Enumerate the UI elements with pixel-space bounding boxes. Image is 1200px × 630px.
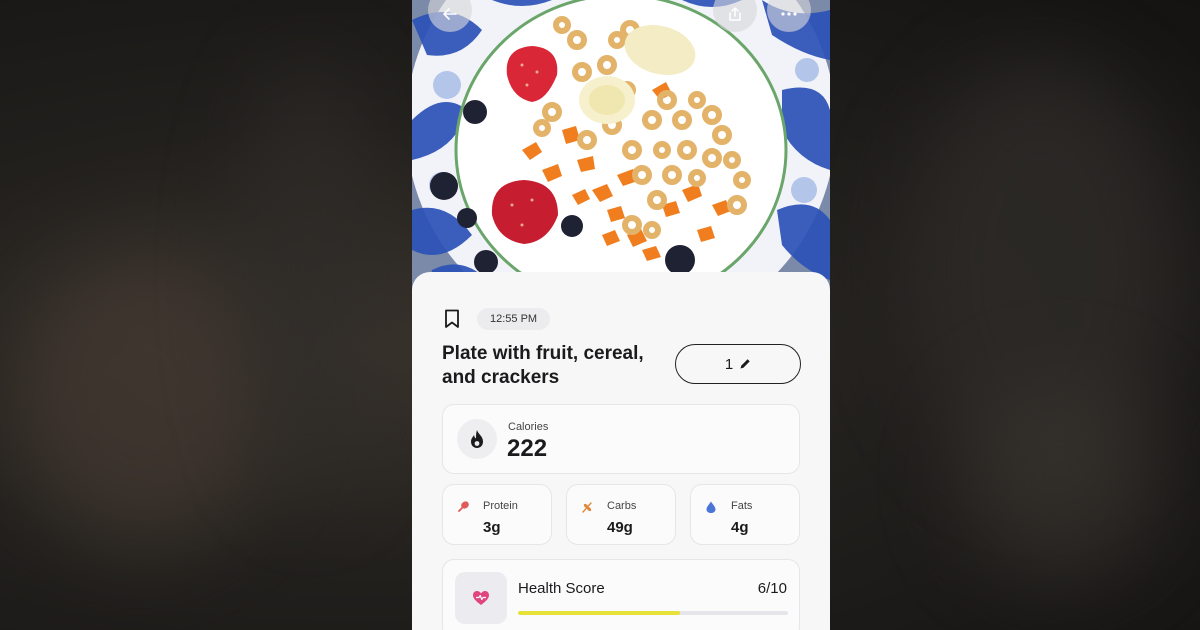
health-score-bar xyxy=(518,611,680,615)
more-horizontal-icon xyxy=(781,12,797,16)
protein-label: Protein xyxy=(483,500,518,512)
background-blur-center-left xyxy=(240,60,380,500)
carbs-value: 49g xyxy=(607,519,633,536)
health-score-label: Health Score xyxy=(518,580,605,597)
pencil-icon xyxy=(740,359,750,369)
fats-value: 4g xyxy=(731,519,749,536)
meal-photo xyxy=(412,0,830,300)
fats-label: Fats xyxy=(731,500,753,512)
background-blur-left xyxy=(10,250,270,550)
protein-card[interactable]: Protein 3g xyxy=(442,484,552,545)
calories-label: Calories xyxy=(508,421,549,433)
health-score-icon-wrap xyxy=(455,572,507,624)
calories-icon-wrap xyxy=(457,419,497,459)
phone-screen: Nutrition 12:55 PM Plate with fruit, cer… xyxy=(412,0,830,630)
meal-time-badge: 12:55 PM xyxy=(477,308,551,330)
background-blur-right-lower xyxy=(960,380,1160,580)
bookmark-icon[interactable] xyxy=(444,309,460,329)
carbs-card[interactable]: Carbs 49g xyxy=(566,484,676,545)
servings-value: 1 xyxy=(724,355,734,373)
flame-icon xyxy=(471,430,483,448)
droplet-icon xyxy=(706,501,716,513)
meal-title: Plate with fruit, cereal, and crackers xyxy=(442,343,644,388)
nutrition-sheet: 12:55 PM Plate with fruit, cereal, and c… xyxy=(412,272,830,630)
fats-card[interactable]: Fats 4g xyxy=(690,484,800,545)
drumstick-icon xyxy=(458,501,469,512)
health-score-track xyxy=(518,611,788,615)
protein-value: 3g xyxy=(483,519,501,536)
share-icon xyxy=(729,7,741,21)
calories-value: 222 xyxy=(507,435,548,462)
wheat-icon xyxy=(582,502,592,513)
plate-illustration xyxy=(412,0,830,300)
servings-edit-button[interactable]: 1 xyxy=(675,344,801,384)
heart-pulse-icon xyxy=(473,591,489,605)
carbs-label: Carbs xyxy=(607,500,637,512)
calories-card[interactable]: Calories 222 xyxy=(442,404,800,474)
health-score-value: 6/10 xyxy=(757,580,787,597)
health-score-card[interactable]: Health Score 6/10 xyxy=(442,559,800,630)
